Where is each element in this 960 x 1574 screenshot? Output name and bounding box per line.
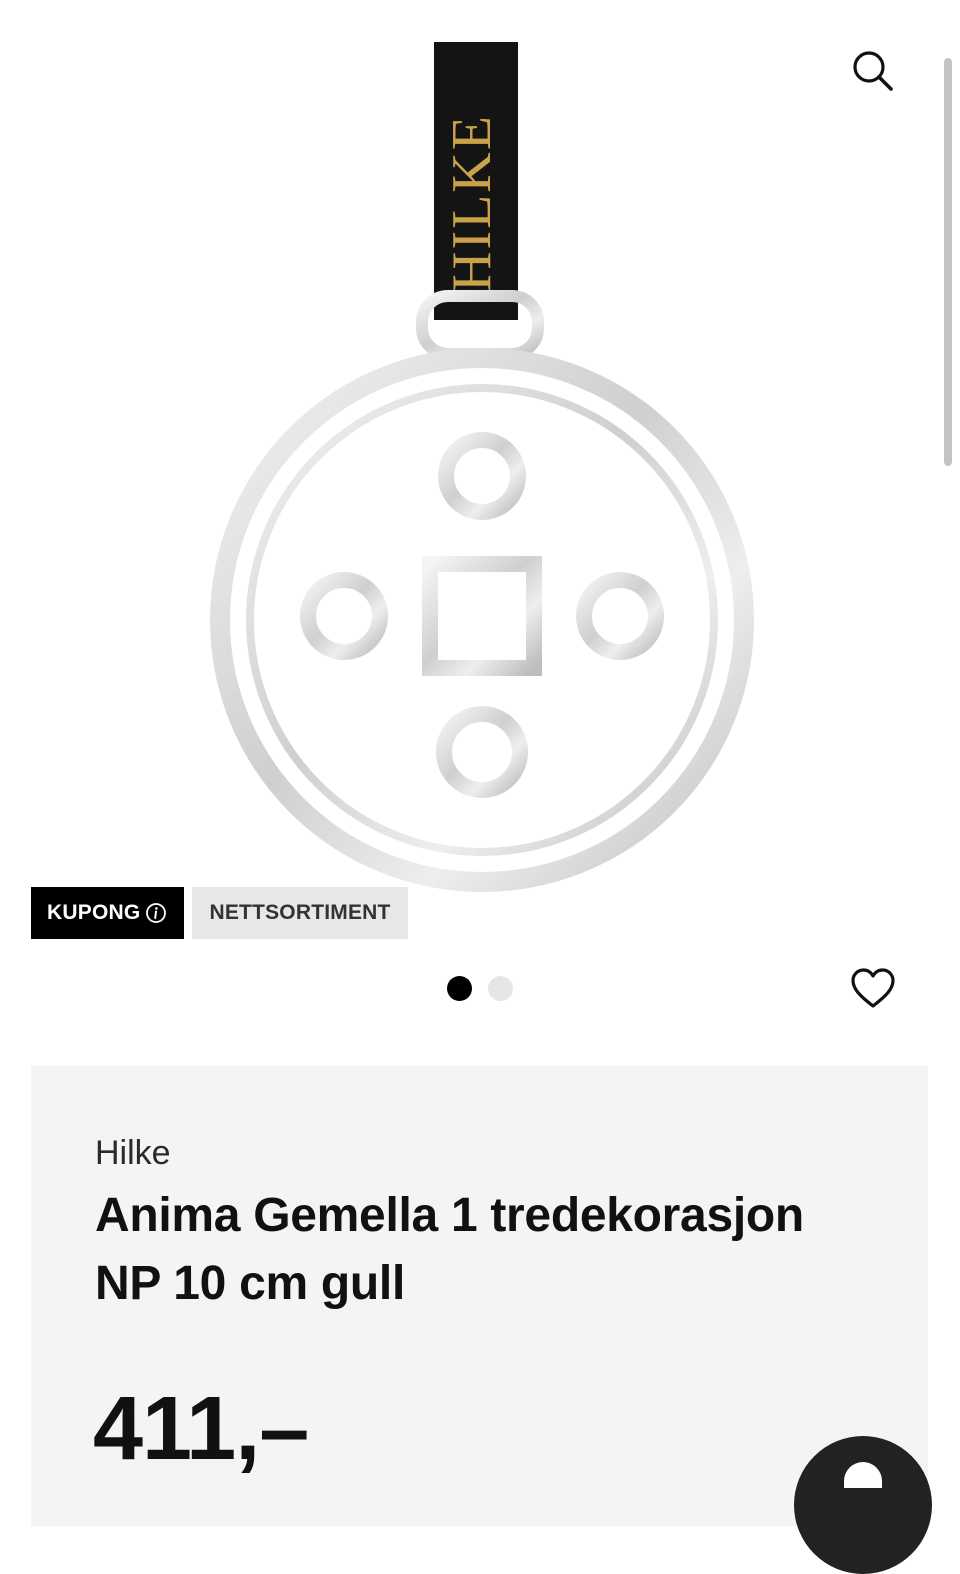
carousel-dot-2[interactable] xyxy=(488,976,513,1001)
scrollbar[interactable] xyxy=(944,58,952,466)
product-image[interactable]: HILKE xyxy=(180,30,780,900)
product-price: 411,– xyxy=(93,1379,309,1479)
coupon-badge-label: KUPONG xyxy=(47,901,141,924)
web-only-badge: NETTSORTIMENT xyxy=(192,887,408,939)
carousel-dots xyxy=(447,976,513,1001)
favorite-button[interactable] xyxy=(845,960,901,1016)
search-icon xyxy=(853,51,893,91)
coupon-badge[interactable]: KUPONG xyxy=(31,887,184,939)
product-title: Anima Gemella 1 tredekorasjon NP 10 cm g… xyxy=(95,1189,804,1310)
web-only-badge-label: NETTSORTIMENT xyxy=(209,901,391,924)
heart-icon xyxy=(851,968,895,1008)
info-icon[interactable] xyxy=(145,902,167,924)
product-brand[interactable]: Hilke xyxy=(95,1134,171,1173)
product-info-panel: Hilke Anima Gemella 1 tredekorasjon NP 1… xyxy=(31,1066,928,1526)
strap-brand-text: HILKE xyxy=(441,114,503,292)
badge-row: KUPONG NETTSORTIMENT xyxy=(31,887,408,939)
cross-pattern xyxy=(230,375,732,860)
search-button[interactable] xyxy=(842,40,904,102)
chat-icon xyxy=(844,1462,882,1488)
chat-button[interactable] xyxy=(794,1436,932,1574)
carousel-dot-1[interactable] xyxy=(447,976,472,1001)
